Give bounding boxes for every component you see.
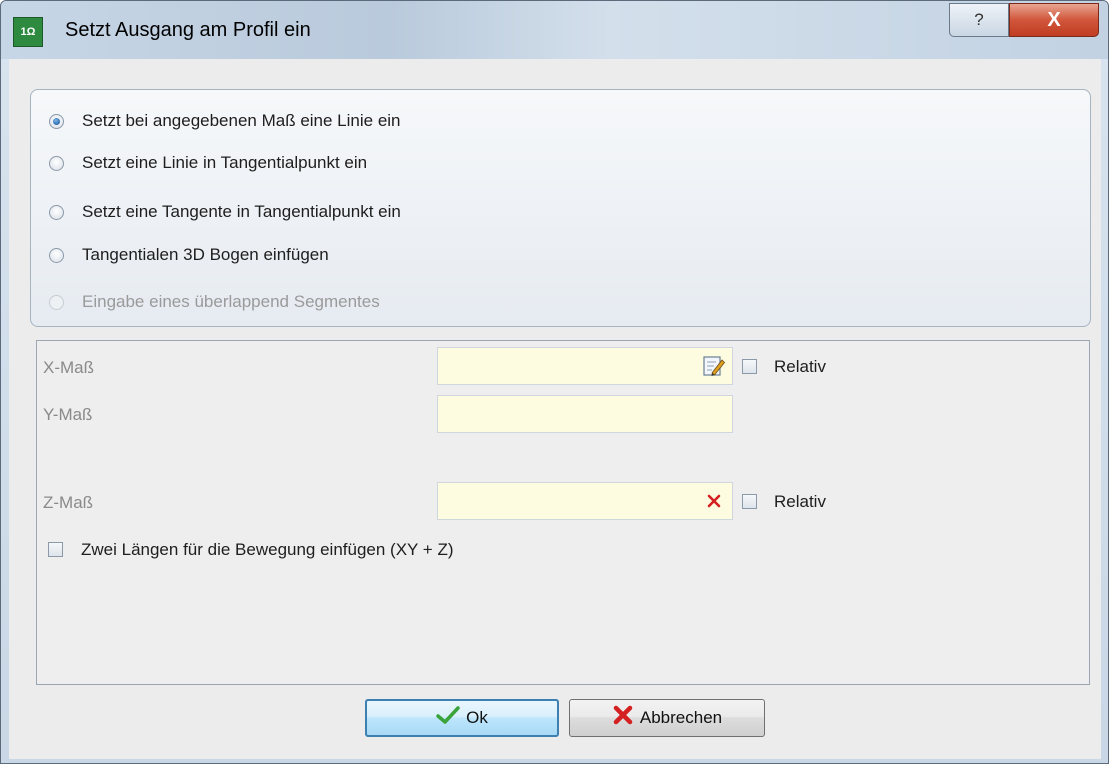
radio-button <box>49 294 64 310</box>
option-label: Setzt bei angegebenen Maß eine Linie ein <box>82 111 401 130</box>
option-label: Eingabe eines überlappend Segmentes <box>82 292 380 311</box>
radio-button[interactable] <box>49 204 64 220</box>
option-linie-tangentialpunkt[interactable]: Setzt eine Linie in Tangentialpunkt ein <box>49 151 367 175</box>
z-mass-label: Z-Maß <box>43 493 94 512</box>
x-relative-label: Relativ <box>774 357 826 376</box>
y-mass-field[interactable] <box>437 395 733 433</box>
option-ueberlappend-segment: Eingabe eines überlappend Segmentes <box>49 290 380 314</box>
x-mass-field[interactable] <box>437 347 733 385</box>
x-relative-checkbox[interactable] <box>742 359 757 374</box>
z-mass-field[interactable] <box>437 482 733 520</box>
close-button[interactable]: X <box>1009 3 1099 37</box>
dialog-window: 1Ω Setzt Ausgang am Profil ein ? X Setzt… <box>0 0 1109 764</box>
option-label: Setzt eine Linie in Tangentialpunkt ein <box>82 153 368 172</box>
app-icon: 1Ω <box>13 17 43 47</box>
option-linie-mass[interactable]: Setzt bei angegebenen Maß eine Linie ein <box>49 109 401 133</box>
window-title: Setzt Ausgang am Profil ein <box>65 19 311 41</box>
title-bar[interactable]: 1Ω Setzt Ausgang am Profil ein ? X <box>1 1 1108 59</box>
option-label: Setzt eine Tangente in Tangentialpunkt e… <box>82 202 401 221</box>
x-mass-label: X-Maß <box>43 358 94 377</box>
radio-button[interactable] <box>49 113 64 129</box>
ok-button[interactable]: Ok <box>365 699 559 737</box>
z-relative-checkbox[interactable] <box>742 494 757 509</box>
checkmark-icon <box>436 705 460 731</box>
ok-label: Ok <box>466 708 488 727</box>
two-lengths-label: Zwei Längen für die Bewegung einfügen (X… <box>81 540 454 559</box>
option-3d-bogen[interactable]: Tangentialen 3D Bogen einfügen <box>49 243 329 267</box>
clear-icon[interactable] <box>699 486 729 516</box>
radio-button[interactable] <box>49 247 64 263</box>
radio-button[interactable] <box>49 155 64 171</box>
cancel-label: Abbrechen <box>639 708 723 727</box>
option-label: Tangentialen 3D Bogen einfügen <box>82 245 329 264</box>
cancel-button[interactable]: Abbrechen <box>569 699 765 737</box>
z-relative-label: Relativ <box>774 492 826 511</box>
cross-icon <box>612 704 634 732</box>
option-tangente-tangentialpunkt[interactable]: Setzt eine Tangente in Tangentialpunkt e… <box>49 200 401 224</box>
two-lengths-checkbox[interactable] <box>48 542 63 557</box>
edit-icon[interactable] <box>699 351 729 381</box>
y-mass-label: Y-Maß <box>43 405 93 424</box>
help-button[interactable]: ? <box>949 3 1009 37</box>
